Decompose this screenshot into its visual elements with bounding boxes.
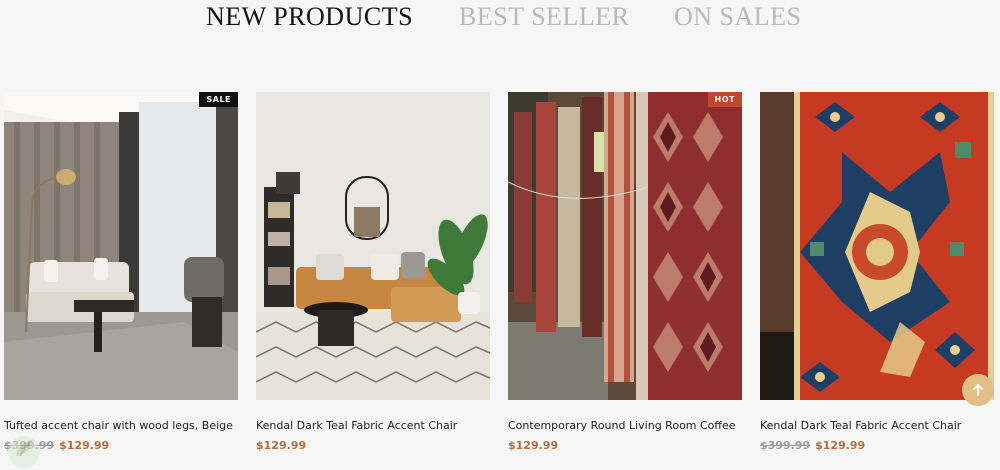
product-tabs: NEW PRODUCTS BEST SELLER ON SALES	[0, 0, 1000, 40]
product-name[interactable]: Kendal Dark Teal Fabric Accent Chair	[256, 419, 490, 432]
product-price: $129.99	[508, 439, 742, 452]
tab-on-sales[interactable]: ON SALES	[674, 2, 802, 32]
product-price: $129.99	[256, 439, 490, 452]
old-price: $399.99	[760, 439, 811, 452]
product-card[interactable]: Kendal Dark Teal Fabric Accent Chair $39…	[760, 92, 994, 452]
current-price: $129.99	[815, 439, 866, 452]
product-image[interactable]	[256, 92, 490, 400]
tab-new-products[interactable]: NEW PRODUCTS	[206, 2, 413, 32]
current-price: $129.99	[508, 439, 559, 452]
product-name[interactable]: Kendal Dark Teal Fabric Accent Chair	[760, 419, 994, 432]
sale-badge: SALE	[199, 92, 238, 107]
leaf-logo-icon	[2, 426, 46, 470]
scroll-to-top-button[interactable]	[962, 374, 994, 406]
product-image[interactable]: HOT	[508, 92, 742, 400]
arrow-up-icon	[973, 384, 983, 396]
product-card[interactable]: SALE Tufted accent chair with wood legs,…	[4, 92, 238, 452]
product-price: $399.99 $129.99	[760, 439, 994, 452]
current-price: $129.99	[256, 439, 307, 452]
product-image[interactable]: SALE	[4, 92, 238, 400]
product-image[interactable]	[760, 92, 994, 400]
hot-badge: HOT	[707, 92, 742, 107]
tab-best-seller[interactable]: BEST SELLER	[459, 2, 629, 32]
product-card[interactable]: HOT Contemporary Round Living Room Coffe…	[508, 92, 742, 452]
product-name[interactable]: Contemporary Round Living Room Coffee	[508, 419, 742, 432]
current-price: $129.99	[59, 439, 110, 452]
product-card[interactable]: Kendal Dark Teal Fabric Accent Chair $12…	[256, 92, 490, 452]
